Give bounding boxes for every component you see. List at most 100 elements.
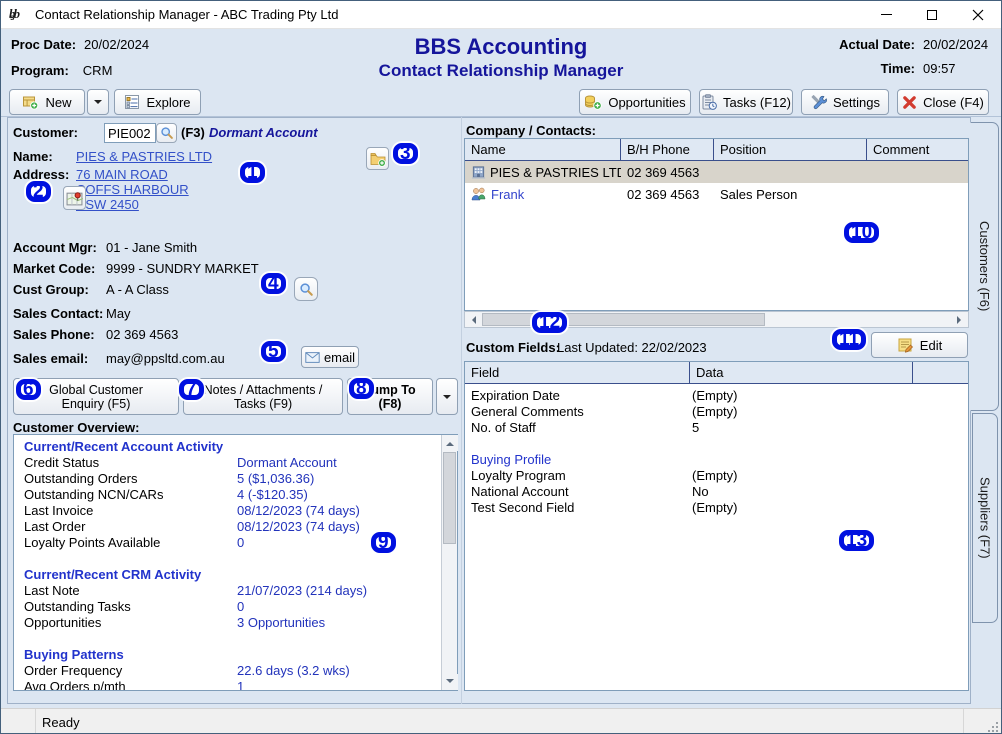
customer-f3-label: (F3)	[181, 125, 205, 140]
close-window-icon	[972, 9, 984, 21]
contacts-column-header[interactable]: B/H Phone	[621, 139, 714, 160]
maximize-button[interactable]	[909, 1, 955, 28]
custom-fields-column-header[interactable]: Field	[465, 362, 690, 383]
scroll-right-button[interactable]	[952, 312, 968, 327]
overview-row-label: Opportunities	[24, 615, 237, 631]
contact-name[interactable]: Frank	[491, 187, 524, 202]
overview-row-value: 21/07/2023 (214 days)	[237, 583, 367, 598]
notes-attachments-tasks-button[interactable]: Notes / Attachments / Tasks (F9)	[183, 378, 343, 415]
overview-row-value: 3 Opportunities	[237, 615, 325, 630]
contact-cell: 02 369 4563	[621, 165, 714, 180]
contacts-scroll-thumb[interactable]	[482, 313, 765, 326]
custom-field-row[interactable]: National AccountNo	[465, 484, 968, 500]
chevron-down-icon	[443, 395, 451, 403]
time-value: 09:57	[923, 61, 989, 76]
tasks-button-label: Tasks (F12)	[723, 95, 791, 110]
overview-row: Avg Orders p/mth1	[14, 679, 441, 690]
custom-fields-updated: Last Updated: 22/02/2023	[557, 340, 707, 355]
scroll-up-button[interactable]	[442, 435, 458, 451]
overview-row-value: 08/12/2023 (74 days)	[237, 519, 360, 534]
custom-field-section[interactable]: Buying Profile	[465, 452, 968, 468]
custom-field-name: General Comments	[465, 404, 690, 420]
custom-field-data: (Empty)	[690, 468, 738, 484]
close-button[interactable]: Close (F4)	[897, 89, 989, 115]
close-button-label: Close (F4)	[923, 95, 984, 110]
new-button[interactable]: New	[9, 89, 85, 115]
opportunities-button[interactable]: Opportunities	[579, 89, 691, 115]
custom-field-name: Expiration Date	[465, 388, 690, 404]
custom-field-row[interactable]: Loyalty Program(Empty)	[465, 468, 968, 484]
scroll-down-button[interactable]	[442, 674, 458, 690]
address-line-1-link[interactable]: 76 MAIN ROAD	[76, 167, 168, 182]
contact-name: PIES & PASTRIES LTD	[490, 165, 621, 180]
cust-group-lookup-button[interactable]	[294, 277, 318, 301]
callout-badge-1: 1	[240, 162, 265, 183]
contact-row[interactable]: PIES & PASTRIES LTD02 369 4563	[465, 161, 968, 183]
custom-fields-column-header[interactable]	[913, 362, 968, 383]
resize-grip[interactable]	[986, 720, 998, 732]
edit-button[interactable]: Edit	[871, 332, 968, 358]
address-label: Address:	[13, 167, 69, 182]
sales-contact-value: May	[106, 306, 131, 321]
sales-phone-value: 02 369 4563	[106, 327, 178, 342]
close-window-button[interactable]	[955, 1, 1001, 28]
explore-button[interactable]: Explore	[114, 89, 201, 115]
contacts-column-header[interactable]: Comment	[867, 139, 968, 160]
blank-line	[14, 551, 441, 567]
overview-scroll-thumb[interactable]	[443, 452, 456, 544]
custom-field-row[interactable]: No. of Staff5	[465, 420, 968, 436]
arrow-left-icon	[468, 316, 476, 324]
tasks-button[interactable]: Tasks (F12)	[699, 89, 793, 115]
tab-customers[interactable]: Customers (F6)	[970, 122, 999, 411]
overview-row: Outstanding NCN/CARs4 (-$120.35)	[14, 487, 441, 503]
account-mgr-label: Account Mgr:	[13, 240, 97, 255]
scroll-left-button[interactable]	[465, 312, 481, 327]
overview-row: Outstanding Orders5 ($1,036.36)	[14, 471, 441, 487]
address-line-2-link[interactable]: COFFS HARBOUR	[76, 182, 189, 197]
custom-field-data: (Empty)	[690, 404, 738, 420]
company-icon	[471, 165, 486, 180]
settings-button[interactable]: Settings	[801, 89, 889, 115]
contacts-column-header[interactable]: Name	[465, 139, 621, 160]
callout-badge-11: 11	[832, 329, 866, 350]
callout-badge-13: 13	[839, 530, 874, 551]
new-dropdown-button[interactable]	[87, 89, 109, 115]
sales-email-label: Sales email:	[13, 351, 88, 366]
tab-suppliers[interactable]: Suppliers (F7)	[972, 413, 998, 623]
customer-name-link[interactable]: PIES & PASTRIES LTD	[76, 149, 212, 164]
overview-section-title: Buying Patterns	[14, 647, 441, 663]
custom-field-name: Loyalty Program	[465, 468, 690, 484]
customer-code-input[interactable]	[104, 123, 156, 143]
overview-row-label: Last Order	[24, 519, 237, 535]
notes-attachments-tasks-label: Notes / Attachments / Tasks (F9)	[193, 383, 333, 411]
global-customer-enquiry-label: Global Customer Enquiry (F5)	[31, 383, 161, 411]
overview-row-label: Credit Status	[24, 455, 237, 471]
overview-row-label: Last Invoice	[24, 503, 237, 519]
custom-fields-column-header[interactable]: Data	[690, 362, 913, 383]
contacts-column-header[interactable]: Position	[714, 139, 867, 160]
cust-group-label: Cust Group:	[13, 282, 89, 297]
minimize-button[interactable]	[863, 1, 909, 28]
tab-customers-label: Customers (F6)	[977, 221, 992, 311]
email-button[interactable]: email	[301, 346, 359, 368]
contact-row[interactable]: Frank02 369 4563Sales Person	[465, 183, 968, 205]
new-folder-button[interactable]	[366, 147, 389, 170]
opportunities-icon	[584, 94, 602, 110]
custom-fields-label: Custom Fields:	[466, 340, 560, 355]
callout-badge-7: 7	[179, 379, 204, 400]
custom-field-row[interactable]: Expiration Date(Empty)	[465, 388, 968, 404]
callout-badge-10: 10	[844, 222, 879, 243]
overview-row-label: Outstanding Orders	[24, 471, 237, 487]
map-button[interactable]	[63, 186, 86, 210]
cust-group-value: A - A Class	[106, 282, 169, 297]
status-separator	[963, 709, 964, 734]
email-button-label: email	[324, 350, 355, 365]
edit-button-label: Edit	[920, 338, 942, 353]
custom-field-row[interactable]: General Comments(Empty)	[465, 404, 968, 420]
jump-to-dropdown-button[interactable]	[436, 378, 458, 415]
customer-search-button[interactable]	[156, 123, 177, 143]
arrow-up-icon	[446, 438, 454, 446]
overview-scrollbar[interactable]	[441, 435, 457, 690]
overview-row-value: 5 ($1,036.36)	[237, 471, 314, 486]
custom-field-row[interactable]: Test Second Field(Empty)	[465, 500, 968, 516]
